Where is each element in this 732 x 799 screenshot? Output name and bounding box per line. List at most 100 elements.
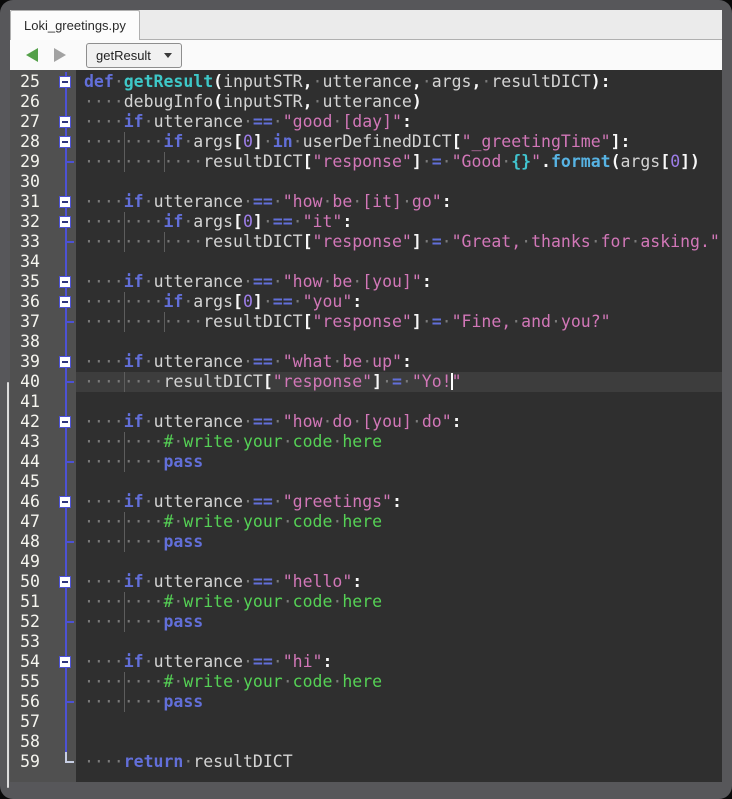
code-text[interactable]: ········#·write·your·code·here: [76, 512, 722, 532]
code-text[interactable]: ····debugInfo(inputSTR,·utterance): [76, 92, 722, 112]
back-arrow-icon: [26, 48, 38, 62]
code-text[interactable]: [76, 252, 722, 272]
line-number: 47: [10, 512, 50, 532]
line-number: 55: [10, 672, 50, 692]
line-number: 26: [10, 92, 50, 112]
back-button[interactable]: [20, 43, 44, 67]
fold-toggle-icon[interactable]: [59, 656, 71, 668]
fold-toggle-icon[interactable]: [59, 496, 71, 508]
code-line: 36········if·args[0]·==·"you":: [10, 292, 722, 312]
indent-guide: [124, 692, 125, 712]
code-text[interactable]: [76, 632, 722, 652]
code-line: 41: [10, 392, 722, 412]
code-text[interactable]: [76, 472, 722, 492]
code-text[interactable]: ····if·utterance·==·"good·[day]":: [76, 112, 722, 132]
code-text[interactable]: [76, 332, 722, 352]
indent-guide: [164, 152, 165, 172]
fold-toggle-icon[interactable]: [59, 296, 71, 308]
code-text[interactable]: ········#·write·your·code·here: [76, 672, 722, 692]
code-text[interactable]: [76, 392, 722, 412]
fold-toggle-icon[interactable]: [59, 196, 71, 208]
code-text[interactable]: ········resultDICT["response"]·=·"Yo!": [76, 372, 722, 392]
code-line: 44········pass: [10, 452, 722, 472]
code-lines: 25 def·getResult(inputSTR,·utterance,·arg…: [10, 72, 722, 772]
line-number: 38: [10, 332, 50, 352]
line-number: 34: [10, 252, 50, 272]
fold-margin: [50, 712, 76, 732]
code-text[interactable]: ············resultDICT["response"]·=·"Go…: [76, 152, 722, 172]
fold-margin: [50, 132, 76, 152]
code-line: 43········#·write·your·code·here: [10, 432, 722, 452]
code-text[interactable]: ········#·write·your·code·here: [76, 432, 722, 452]
fold-margin: [50, 212, 76, 232]
line-number: 59: [10, 752, 50, 772]
fold-end-marker: [65, 461, 74, 463]
fold-toggle-icon[interactable]: [59, 576, 71, 588]
code-line: 56········pass: [10, 692, 722, 712]
code-text[interactable]: [76, 552, 722, 572]
code-line: 37 ············resultDICT["response"]·=·"…: [10, 312, 722, 332]
fold-margin: [50, 612, 76, 632]
code-text[interactable]: ····if·utterance·==·"what·be·up":: [76, 352, 722, 372]
indent-guide: [164, 232, 165, 252]
line-number: 37: [10, 312, 50, 332]
code-line: 31····if·utterance·==·"how·be·[it]·go":: [10, 192, 722, 212]
code-text[interactable]: ····return·resultDICT: [76, 752, 722, 772]
fold-margin: [50, 592, 76, 612]
fold-toggle-icon[interactable]: [59, 136, 71, 148]
code-line: 51 ········#·write·your·code·here: [10, 592, 722, 612]
code-text[interactable]: ········pass: [76, 452, 722, 472]
code-text[interactable]: ············resultDICT["response"]·=·"Gr…: [76, 232, 722, 252]
forward-button[interactable]: [48, 43, 72, 67]
code-line: 30: [10, 172, 722, 192]
fold-margin: [50, 432, 76, 452]
code-text[interactable]: [76, 712, 722, 732]
fold-toggle-icon[interactable]: [59, 276, 71, 288]
code-text[interactable]: ····if·utterance·==·"hi":: [76, 652, 722, 672]
code-line: 58: [10, 732, 722, 752]
code-text[interactable]: ········pass: [76, 532, 722, 552]
code-line: 50····if·utterance·==·"hello":: [10, 572, 722, 592]
indent-guide: [124, 532, 125, 552]
code-line: 34: [10, 252, 722, 272]
code-line: 25 def·getResult(inputSTR,·utterance,·arg…: [10, 72, 722, 92]
line-number: 28: [10, 132, 50, 152]
code-text[interactable]: ········#·write·your·code·here: [76, 592, 722, 612]
code-text[interactable]: ····if·utterance·==·"hello":: [76, 572, 722, 592]
fold-toggle-icon[interactable]: [59, 116, 71, 128]
line-number: 32: [10, 212, 50, 232]
tab-loki-greetings[interactable]: Loki_greetings.py: [10, 10, 140, 40]
code-text[interactable]: ········if·args[0]·in·userDefinedDICT["_…: [76, 132, 722, 152]
code-text[interactable]: [76, 732, 722, 752]
code-text[interactable]: ····if·utterance·==·"how·do·[you]·do":: [76, 412, 722, 432]
line-number: 25: [10, 72, 50, 92]
fold-margin: [50, 392, 76, 412]
scrollbar-thumb[interactable]: [7, 382, 9, 788]
code-line: 27····if·utterance·==·"good·[day]":: [10, 112, 722, 132]
fold-toggle-icon[interactable]: [59, 356, 71, 368]
code-text[interactable]: ········if·args[0]·==·"it":: [76, 212, 722, 232]
fold-toggle-icon[interactable]: [59, 416, 71, 428]
code-text[interactable]: ····if·utterance·==·"how·be·[you]":: [76, 272, 722, 292]
code-line: 52········pass: [10, 612, 722, 632]
indent-guide: [164, 312, 165, 332]
function-selector-dropdown[interactable]: getResult: [86, 43, 182, 68]
code-text[interactable]: def·getResult(inputSTR,·utterance,·args,…: [76, 72, 722, 92]
code-text[interactable]: ········pass: [76, 612, 722, 632]
code-text[interactable]: ········if·args[0]·==·"you":: [76, 292, 722, 312]
line-number: 51: [10, 592, 50, 612]
code-text[interactable]: ····if·utterance·==·"how·be·[it]·go":: [76, 192, 722, 212]
chevron-down-icon: [164, 53, 172, 58]
code-text[interactable]: ········pass: [76, 692, 722, 712]
code-text[interactable]: ············resultDICT["response"]·=·"Fi…: [76, 312, 722, 332]
fold-toggle-icon[interactable]: [59, 76, 71, 88]
code-text[interactable]: [76, 172, 722, 192]
fold-toggle-icon[interactable]: [59, 216, 71, 228]
fold-margin: [50, 312, 76, 332]
fold-margin: [50, 732, 76, 752]
code-editor[interactable]: 25 def·getResult(inputSTR,·utterance,·arg…: [10, 70, 722, 782]
code-text[interactable]: ····if·utterance·==·"greetings":: [76, 492, 722, 512]
code-line: 48········pass: [10, 532, 722, 552]
line-number: 57: [10, 712, 50, 732]
fold-end-marker: [65, 321, 74, 323]
